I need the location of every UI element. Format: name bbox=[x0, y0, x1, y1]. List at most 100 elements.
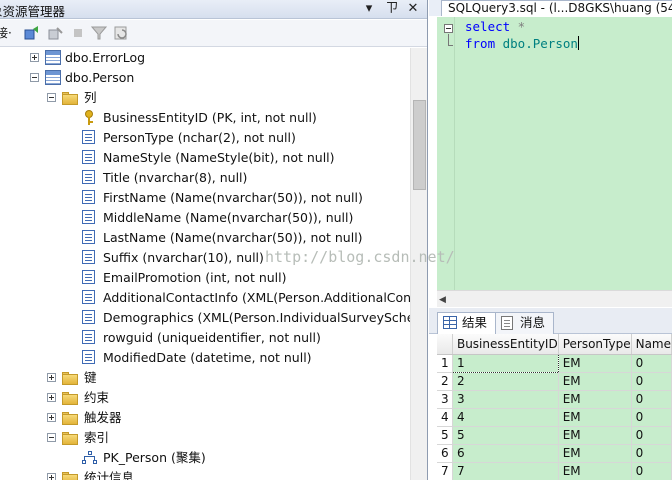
table-row[interactable]: 4 4 EM 0 bbox=[437, 408, 672, 427]
table-cell[interactable]: EM bbox=[558, 354, 632, 373]
tree-node[interactable]: BusinessEntityID (PK, int, not null) bbox=[0, 108, 410, 128]
table-cell[interactable]: 0 bbox=[631, 354, 672, 373]
tree-node-label: 列 bbox=[84, 90, 97, 105]
tab-results[interactable]: 结果 bbox=[437, 312, 497, 334]
tree-node[interactable]: ModifiedDate (datetime, not null) bbox=[0, 348, 410, 368]
folder-icon bbox=[62, 370, 78, 386]
expand-icon[interactable] bbox=[47, 373, 56, 382]
table-cell[interactable]: 5 bbox=[452, 426, 559, 445]
tree-node[interactable]: LastName (Name(nvarchar(50)), not null) bbox=[0, 228, 410, 248]
tree-node[interactable]: 键 bbox=[0, 368, 410, 388]
table-cell[interactable]: 3 bbox=[452, 390, 559, 409]
table-cell[interactable]: EM bbox=[558, 426, 632, 445]
table-reference: dbo.Person bbox=[495, 36, 578, 51]
table-cell[interactable]: 0 bbox=[631, 390, 672, 409]
table-cell[interactable]: EM bbox=[558, 390, 632, 409]
row-number-cell[interactable]: 2 bbox=[437, 372, 453, 391]
key-icon bbox=[82, 110, 98, 126]
table-row[interactable]: 3 3 EM 0 bbox=[437, 390, 672, 409]
table-row[interactable]: 5 5 EM 0 bbox=[437, 426, 672, 445]
stop-icon[interactable] bbox=[70, 25, 86, 41]
object-explorer-panel: 象资源管理器 ▾ ㄗ ✕ 接· dbo.ErrorLog dbo.Person 列B… bbox=[0, 0, 428, 480]
tree-node-label: MiddleName (Name(nvarchar(50)), null) bbox=[103, 210, 354, 225]
expand-icon[interactable] bbox=[47, 473, 56, 480]
tree-node[interactable]: FirstName (Name(nvarchar(50)), not null) bbox=[0, 188, 410, 208]
column-header[interactable]: PersonType bbox=[558, 334, 632, 355]
table-row[interactable]: 1 1 EM 0 bbox=[437, 353, 672, 373]
table-cell[interactable]: EM bbox=[558, 408, 632, 427]
table-cell[interactable]: EM bbox=[558, 444, 632, 463]
table-cell[interactable]: 2 bbox=[452, 372, 559, 391]
table-cell[interactable]: 0 bbox=[631, 462, 672, 480]
tree-node[interactable]: rowguid (uniqueidentifier, not null) bbox=[0, 328, 410, 348]
tree-node-label: BusinessEntityID (PK, int, not null) bbox=[103, 110, 317, 125]
tree-node[interactable]: AdditionalContactInfo (XML(Person.Additi… bbox=[0, 288, 410, 308]
tree-node[interactable]: 触发器 bbox=[0, 408, 410, 428]
tree-node[interactable]: NameStyle (NameStyle(bit), not null) bbox=[0, 148, 410, 168]
table-cell[interactable]: EM bbox=[558, 462, 632, 480]
expand-icon[interactable] bbox=[30, 53, 39, 62]
table-cell[interactable]: EM bbox=[558, 372, 632, 391]
connect-object-icon[interactable] bbox=[24, 25, 40, 41]
scroll-left-icon[interactable]: ◀ bbox=[439, 295, 446, 305]
tree-node[interactable]: 统计信息 bbox=[0, 468, 410, 480]
disconnect-icon[interactable] bbox=[47, 25, 63, 41]
row-number-cell[interactable]: 1 bbox=[437, 354, 453, 373]
table-row[interactable]: 7 7 EM 0 bbox=[437, 462, 672, 480]
folder-icon bbox=[62, 470, 78, 480]
dropdown-icon[interactable]: ▾ bbox=[360, 0, 378, 19]
column-header[interactable]: Name bbox=[631, 334, 672, 355]
results-grid[interactable]: BusinessEntityID PersonType Name 1 1 EM 0 2 2 EM… bbox=[437, 334, 672, 480]
tree-node[interactable]: Title (nvarchar(8), null) bbox=[0, 168, 410, 188]
folder-icon bbox=[62, 410, 78, 426]
sql-editor[interactable]: select * from dbo.Person http://blog.csd… bbox=[265, 17, 672, 290]
document-tab-strip: SQLQuery3.sql - (l...D8GKS\huang (54 bbox=[429, 0, 672, 16]
tab-messages[interactable]: 消息 bbox=[495, 312, 555, 334]
column-icon bbox=[82, 310, 95, 324]
editor-horizontal-scrollbar[interactable]: ◀ bbox=[437, 290, 672, 307]
expand-icon[interactable] bbox=[47, 393, 56, 402]
table-cell[interactable]: 0 bbox=[631, 426, 672, 445]
table-cell[interactable]: 1 bbox=[451, 353, 559, 373]
row-number-cell[interactable]: 3 bbox=[437, 390, 453, 409]
row-number-cell[interactable]: 7 bbox=[437, 462, 453, 480]
collapse-icon[interactable] bbox=[47, 93, 56, 102]
table-cell[interactable]: 0 bbox=[631, 444, 672, 463]
table-row[interactable]: 6 6 EM 0 bbox=[437, 444, 672, 463]
filter-icon[interactable] bbox=[90, 25, 108, 41]
table-cell[interactable]: 0 bbox=[631, 372, 672, 391]
object-explorer-toolbar: 接· bbox=[0, 20, 427, 47]
column-icon bbox=[82, 290, 95, 304]
collapse-icon[interactable] bbox=[47, 433, 56, 442]
tree-node[interactable]: Demographics (XML(Person.IndividualSurve… bbox=[0, 308, 410, 328]
scrollbar-thumb[interactable] bbox=[413, 100, 426, 190]
table-row[interactable]: 2 2 EM 0 bbox=[437, 372, 672, 391]
refresh-icon[interactable] bbox=[113, 25, 129, 41]
expand-icon[interactable] bbox=[47, 413, 56, 422]
table-cell[interactable]: 0 bbox=[631, 408, 672, 427]
tree-node[interactable]: 列 bbox=[0, 88, 410, 108]
tree-node[interactable]: dbo.Person bbox=[0, 68, 410, 88]
table-cell[interactable]: 6 bbox=[452, 444, 559, 463]
column-header[interactable]: BusinessEntityID bbox=[452, 334, 559, 355]
tree-node[interactable]: EmailPromotion (int, not null) bbox=[0, 268, 410, 288]
row-number-cell[interactable]: 6 bbox=[437, 444, 453, 463]
row-number-cell[interactable]: 4 bbox=[437, 408, 453, 427]
tree-node[interactable]: PersonType (nchar(2), not null) bbox=[0, 128, 410, 148]
collapse-icon[interactable] bbox=[30, 73, 39, 82]
tree-node[interactable]: 约束 bbox=[0, 388, 410, 408]
folder-icon bbox=[62, 430, 78, 446]
table-cell[interactable]: 7 bbox=[452, 462, 559, 480]
row-number-header[interactable] bbox=[437, 334, 453, 355]
table-cell[interactable]: 4 bbox=[452, 408, 559, 427]
row-number-cell[interactable]: 5 bbox=[437, 426, 453, 445]
collapse-icon[interactable] bbox=[444, 24, 453, 33]
tree-node[interactable]: MiddleName (Name(nvarchar(50)), null) bbox=[0, 208, 410, 228]
tree-node[interactable]: dbo.ErrorLog bbox=[0, 48, 410, 68]
close-icon[interactable]: ✕ bbox=[404, 0, 422, 19]
tree-node[interactable]: 索引 bbox=[0, 428, 410, 448]
tree-node[interactable]: PK_Person (聚集) bbox=[0, 448, 410, 468]
pin-icon[interactable]: ㄗ bbox=[383, 0, 401, 19]
tab-sqlquery3[interactable]: SQLQuery3.sql - (l...D8GKS\huang (54 bbox=[441, 0, 672, 16]
connect-button[interactable]: 接· bbox=[0, 25, 12, 41]
